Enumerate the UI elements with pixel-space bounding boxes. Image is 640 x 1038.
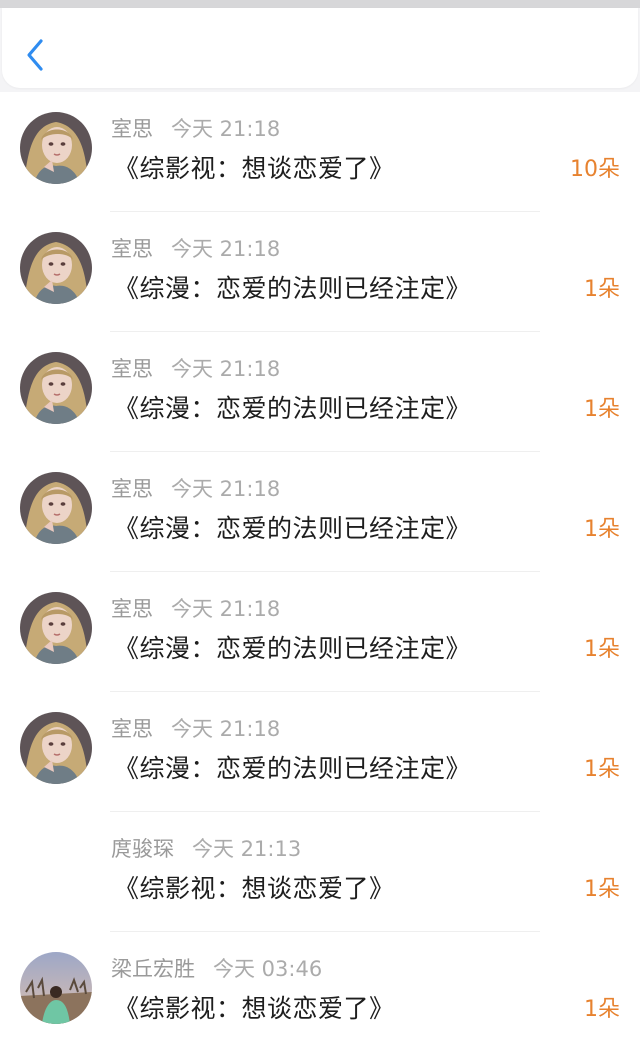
- user-avatar[interactable]: [20, 232, 92, 304]
- list-item[interactable]: 室思 今天 21:18 《综漫：恋爱的法则已经注定》 1朵: [0, 572, 640, 692]
- gift-record-page: 室思 今天 21:18 《综影视：想谈恋爱了》 10朵 室思 今天 21:18 …: [0, 0, 640, 1038]
- flower-count: 1朵: [584, 277, 620, 302]
- user-name[interactable]: 室思: [111, 597, 153, 621]
- timestamp: 今天 21:18: [171, 357, 281, 381]
- timestamp: 今天 21:18: [171, 717, 281, 741]
- meta-line: 室思 今天 21:18: [111, 475, 280, 503]
- user-name[interactable]: 室思: [111, 477, 153, 501]
- flower-count: 1朵: [584, 997, 620, 1022]
- meta-line: 梁丘宏胜 今天 03:46: [111, 955, 322, 983]
- user-avatar[interactable]: [20, 112, 92, 184]
- back-button[interactable]: [20, 32, 52, 76]
- list-item[interactable]: 室思 今天 21:18 《综影视：想谈恋爱了》 10朵: [0, 92, 640, 212]
- user-avatar[interactable]: [20, 952, 92, 1024]
- user-name[interactable]: 庹骏琛: [111, 837, 174, 861]
- user-name[interactable]: 室思: [111, 237, 153, 261]
- timestamp: 今天 21:18: [171, 597, 281, 621]
- timestamp: 今天 21:18: [171, 117, 281, 141]
- flower-count: 1朵: [584, 757, 620, 782]
- meta-line: 室思 今天 21:18: [111, 595, 280, 623]
- list-item[interactable]: 室思 今天 21:18 《综漫：恋爱的法则已经注定》 1朵: [0, 692, 640, 812]
- book-title[interactable]: 《综漫：恋爱的法则已经注定》: [114, 392, 471, 426]
- status-strip: [0, 0, 640, 8]
- user-name[interactable]: 梁丘宏胜: [111, 957, 195, 981]
- top-nav-bar: [2, 8, 638, 88]
- flower-count: 1朵: [584, 877, 620, 902]
- user-avatar[interactable]: [20, 352, 92, 424]
- list-item[interactable]: 庹骏琛 今天 21:13 《综影视：想谈恋爱了》 1朵: [0, 812, 640, 932]
- flower-count: 1朵: [584, 637, 620, 662]
- flower-count: 10朵: [570, 157, 620, 182]
- user-name[interactable]: 室思: [111, 717, 153, 741]
- timestamp: 今天 03:46: [213, 957, 323, 981]
- flower-count: 1朵: [584, 517, 620, 542]
- user-name[interactable]: 室思: [111, 357, 153, 381]
- user-avatar[interactable]: [20, 712, 92, 784]
- list-item[interactable]: 室思 今天 21:18 《综漫：恋爱的法则已经注定》 1朵: [0, 332, 640, 452]
- gift-record-list: 室思 今天 21:18 《综影视：想谈恋爱了》 10朵 室思 今天 21:18 …: [0, 92, 640, 1038]
- user-avatar[interactable]: [20, 472, 92, 544]
- chevron-left-icon: [20, 32, 52, 76]
- list-item[interactable]: 室思 今天 21:18 《综漫：恋爱的法则已经注定》 1朵: [0, 212, 640, 332]
- timestamp: 今天 21:18: [171, 237, 281, 261]
- user-avatar[interactable]: [20, 592, 92, 664]
- book-title[interactable]: 《综漫：恋爱的法则已经注定》: [114, 632, 471, 666]
- meta-line: 室思 今天 21:18: [111, 115, 280, 143]
- book-title[interactable]: 《综影视：想谈恋爱了》: [114, 872, 395, 906]
- book-title[interactable]: 《综漫：恋爱的法则已经注定》: [114, 512, 471, 546]
- timestamp: 今天 21:18: [171, 477, 281, 501]
- timestamp: 今天 21:13: [192, 837, 302, 861]
- book-title[interactable]: 《综漫：恋爱的法则已经注定》: [114, 752, 471, 786]
- book-title[interactable]: 《综影视：想谈恋爱了》: [114, 152, 395, 186]
- list-item[interactable]: 室思 今天 21:18 《综漫：恋爱的法则已经注定》 1朵: [0, 452, 640, 572]
- meta-line: 庹骏琛 今天 21:13: [111, 835, 301, 863]
- meta-line: 室思 今天 21:18: [111, 715, 280, 743]
- meta-line: 室思 今天 21:18: [111, 355, 280, 383]
- list-item[interactable]: 梁丘宏胜 今天 03:46 《综影视：想谈恋爱了》 1朵: [0, 932, 640, 1038]
- book-title[interactable]: 《综漫：恋爱的法则已经注定》: [114, 272, 471, 306]
- meta-line: 室思 今天 21:18: [111, 235, 280, 263]
- book-title[interactable]: 《综影视：想谈恋爱了》: [114, 992, 395, 1026]
- user-name[interactable]: 室思: [111, 117, 153, 141]
- user-avatar[interactable]: [20, 832, 92, 904]
- flower-count: 1朵: [584, 397, 620, 422]
